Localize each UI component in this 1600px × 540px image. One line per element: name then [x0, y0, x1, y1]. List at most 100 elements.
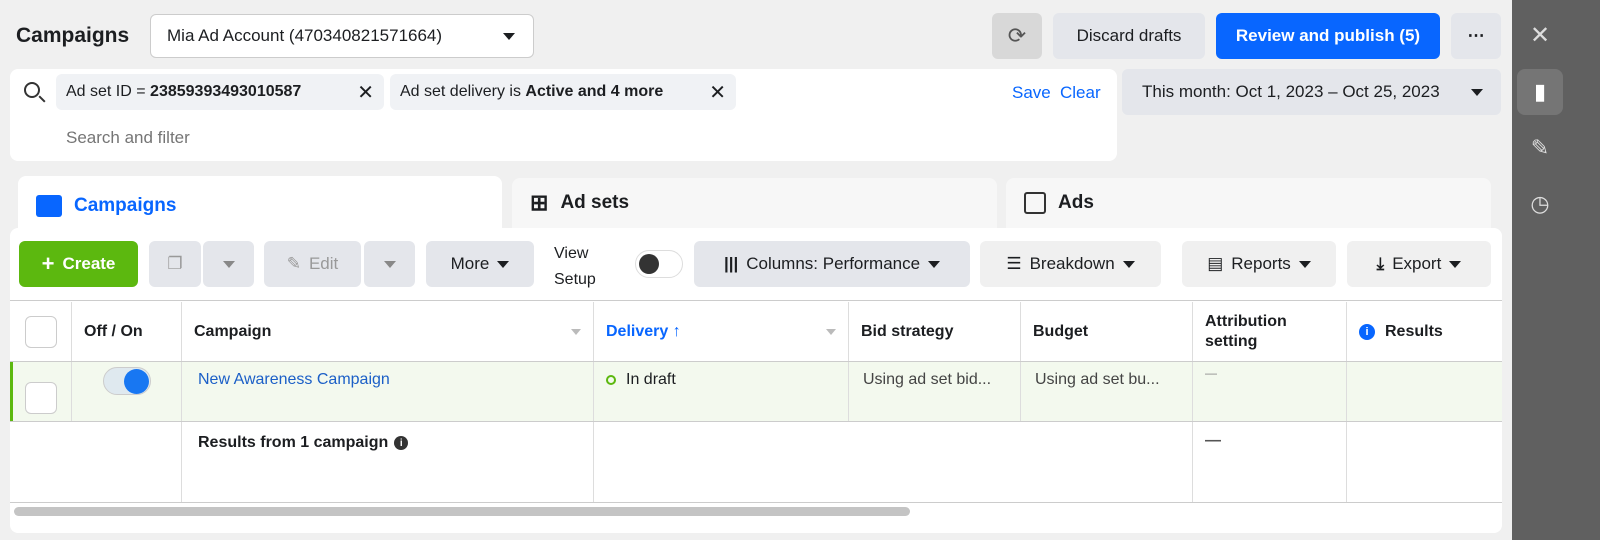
download-icon: ⤓ — [1376, 254, 1385, 273]
sort-up-icon: ↑ — [672, 323, 681, 340]
save-filter-link[interactable]: Save — [1012, 83, 1051, 103]
row-select-cell — [10, 362, 72, 421]
clock-icon[interactable]: ◷ — [1517, 181, 1563, 227]
columns-button[interactable]: ||| Columns: Performance — [694, 241, 970, 287]
search-input[interactable] — [56, 124, 656, 152]
col-label: Delivery — [606, 323, 669, 340]
duplicate-dropdown[interactable] — [203, 241, 254, 287]
grid-icon: ⊞ — [530, 190, 549, 215]
col-budget[interactable]: Budget — [1021, 302, 1193, 362]
breakdown-icon: ☰ — [1006, 254, 1022, 273]
filter-chip-delivery[interactable]: Ad set delivery is Active and 4 more ✕ — [390, 74, 736, 110]
summary-blank — [10, 422, 182, 502]
duplicate-icon: ❐ — [167, 254, 183, 273]
date-range-selector[interactable]: This month: Oct 1, 2023 – Oct 25, 2023 — [1122, 69, 1501, 115]
folder-icon — [36, 195, 62, 217]
summary-label: Results from 1 campaign — [198, 434, 389, 451]
page-title: Campaigns — [16, 24, 130, 47]
divider — [10, 502, 1502, 503]
tab-ad-sets[interactable]: ⊞ Ad sets — [512, 178, 997, 228]
horizontal-scrollbar[interactable] — [14, 507, 910, 516]
results-cell — [1347, 362, 1502, 421]
export-label: Export — [1392, 254, 1442, 273]
col-results[interactable]: i Results — [1347, 302, 1502, 362]
create-button[interactable]: + Create — [19, 241, 138, 287]
campaign-name-cell: New Awareness Campaign — [182, 362, 594, 421]
row-toggle-cell — [72, 362, 182, 421]
select-all-cell — [10, 302, 72, 362]
budget-cell: Using ad set bu... — [1021, 362, 1193, 421]
close-icon[interactable]: ✕ — [1517, 12, 1563, 58]
col-campaign[interactable]: Campaign — [182, 302, 594, 362]
info-icon: i — [1359, 324, 1375, 340]
divider — [10, 300, 1502, 301]
create-label: Create — [62, 254, 116, 273]
chip-label: Ad set ID = 23859393493010587 — [66, 83, 302, 100]
pencil-icon: ✎ — [286, 254, 301, 273]
close-icon[interactable]: ✕ — [357, 80, 374, 105]
sort-caret-icon[interactable] — [571, 329, 581, 335]
reports-icon: ▤ — [1207, 254, 1224, 273]
campaign-on-toggle[interactable] — [102, 367, 151, 395]
close-icon[interactable]: ✕ — [709, 80, 726, 105]
toggle-knob — [639, 254, 659, 274]
summary-cell: Results from 1 campaign i — [182, 422, 594, 502]
edit-label: Edit — [308, 254, 339, 273]
tab-label: Ad sets — [560, 192, 630, 213]
delivery-status: In draft — [626, 371, 676, 388]
columns-icon: ||| — [723, 254, 739, 273]
col-delivery[interactable]: Delivery ↑ — [594, 302, 849, 362]
account-name: Mia Ad Account (470340821571664) — [167, 26, 443, 45]
row-checkbox[interactable] — [24, 381, 57, 414]
reports-button[interactable]: ▤ Reports — [1182, 241, 1336, 287]
reports-label: Reports — [1231, 254, 1291, 273]
tab-label: Ads — [1058, 192, 1094, 213]
sort-caret-icon[interactable] — [826, 329, 836, 335]
chevron-down-icon — [928, 260, 941, 268]
chevron-down-icon — [503, 32, 515, 40]
export-button[interactable]: ⤓ Export — [1347, 241, 1491, 287]
chevron-down-icon — [1471, 88, 1483, 96]
chevron-down-icon — [383, 260, 396, 268]
review-publish-button[interactable]: Review and publish (5) — [1216, 13, 1440, 59]
col-label: Results — [1385, 323, 1443, 340]
chart-icon[interactable]: ▮ — [1517, 69, 1563, 115]
summary-attribution: — — [1193, 422, 1347, 502]
pencil-icon[interactable]: ✎ — [1517, 125, 1563, 171]
col-label: Campaign — [194, 323, 272, 340]
bid-strategy-cell: Using ad set bid... — [849, 362, 1021, 421]
edit-dropdown[interactable] — [364, 241, 415, 287]
account-selector[interactable]: Mia Ad Account (470340821571664) — [150, 14, 534, 58]
plus-icon: + — [41, 251, 55, 276]
info-icon[interactable]: i — [394, 436, 409, 450]
select-all-checkbox[interactable] — [24, 316, 57, 348]
chip-label: Ad set delivery is Active and 4 more — [400, 83, 664, 100]
col-off-on: Off / On — [72, 302, 182, 362]
col-attribution[interactable]: Attribution setting — [1193, 302, 1347, 362]
tab-ads[interactable]: Ads — [1006, 178, 1491, 228]
chevron-down-icon — [222, 260, 235, 268]
status-dot-icon — [606, 375, 616, 385]
tab-label: Campaigns — [74, 195, 177, 216]
breakdown-label: Breakdown — [1029, 254, 1115, 273]
search-icon — [24, 82, 40, 98]
more-options-button[interactable]: ⋯ — [1451, 13, 1501, 59]
more-label: More — [450, 254, 490, 273]
attribution-cell: — — [1193, 362, 1347, 421]
chevron-down-icon — [1122, 260, 1135, 268]
campaign-name-link[interactable]: New Awareness Campaign — [198, 371, 390, 389]
view-setup-toggle[interactable] — [635, 250, 683, 278]
refresh-button[interactable]: ⟳ — [992, 13, 1042, 59]
columns-label: Columns: Performance — [746, 254, 921, 273]
clear-filter-link[interactable]: Clear — [1060, 83, 1101, 103]
duplicate-button[interactable]: ❐ — [149, 241, 201, 287]
more-button[interactable]: More — [426, 241, 534, 287]
edit-button[interactable]: ✎ Edit — [264, 241, 361, 287]
chevron-down-icon — [1298, 260, 1311, 268]
summary-delivery — [594, 422, 1193, 502]
breakdown-button[interactable]: ☰ Breakdown — [980, 241, 1161, 287]
filter-chip-adset-id[interactable]: Ad set ID = 23859393493010587 ✕ — [56, 74, 384, 110]
discard-drafts-button[interactable]: Discard drafts — [1053, 13, 1205, 59]
tab-campaigns[interactable]: Campaigns — [18, 176, 502, 236]
col-bid-strategy[interactable]: Bid strategy — [849, 302, 1021, 362]
